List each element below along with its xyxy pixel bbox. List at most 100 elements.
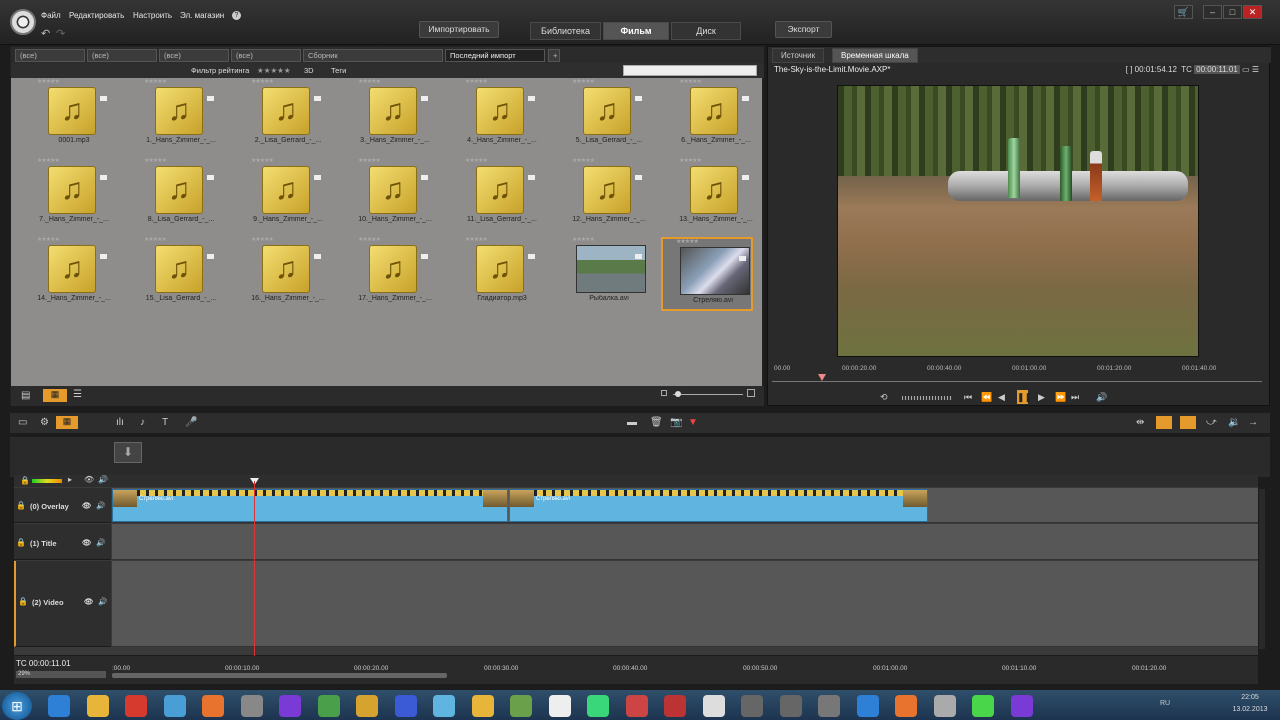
library-item[interactable]: ★★★★★ ♫ 14._Hans_Zimmer_-_... <box>24 237 111 313</box>
snap-toggle-icon[interactable] <box>1156 416 1172 429</box>
library-item[interactable]: ★★★★★ ♫ 12._Hans_Zimmer_-_... <box>559 158 646 234</box>
music-icon[interactable]: ♪ <box>140 417 145 428</box>
loop-icon[interactable]: ⟲ <box>880 392 888 403</box>
library-item[interactable]: ★★★★★ Стреляю.avi <box>661 237 753 311</box>
prev-frame-icon[interactable]: ⏪ <box>981 392 992 403</box>
item-rating-stars[interactable]: ★★★★★ <box>679 79 702 85</box>
preview-video-frame[interactable] <box>837 85 1199 357</box>
library-item[interactable]: ★★★★★ ♫ 15._Lisa_Gerrard_-_... <box>131 237 216 313</box>
timeline-vertical-scrollbar[interactable] <box>1259 489 1265 649</box>
library-item[interactable]: ★★★★★ ♫ 16._Hans_Zimmer_-_... <box>238 237 325 313</box>
item-rating-stars[interactable]: ★★★★★ <box>679 158 702 164</box>
thumbnail-view-icon[interactable]: ▦ <box>43 389 67 402</box>
redo-icon[interactable]: ↷ <box>56 27 65 40</box>
go-end-icon[interactable]: ⏭ <box>1071 392 1079 403</box>
explorer-folder-icon[interactable] <box>86 695 109 717</box>
library-item[interactable]: ★★★★★ ♫ 6._Hans_Zimmer_-_... <box>666 79 751 155</box>
undo-icon[interactable]: ↶ <box>41 27 50 40</box>
monitor-icon[interactable] <box>933 695 956 717</box>
folder-icon[interactable] <box>433 695 455 717</box>
timeline-ruler[interactable]: TC 00:00:11.01 29% :00.00 00:00:10.00 00… <box>14 656 1258 684</box>
item-rating-stars[interactable]: ★★★★★ <box>144 79 167 85</box>
item-rating-stars[interactable]: ★★★★★ <box>251 237 274 243</box>
opera-icon[interactable] <box>163 695 186 717</box>
tab-library[interactable]: Библиотека <box>530 22 601 40</box>
item-rating-stars[interactable]: ★★★★★ <box>358 158 381 164</box>
clock-time[interactable]: 22:05 <box>1230 694 1270 701</box>
app-icon[interactable] <box>356 695 378 717</box>
library-item[interactable]: ★★★★★ ♫ Гладиатор.mp3 <box>452 237 536 313</box>
timeline-panel-icon[interactable]: ▭ <box>18 417 27 428</box>
library-item[interactable]: ★★★★★ ♫ 13._Hans_Zimmer_-_... <box>666 158 753 234</box>
eye-icon[interactable]: 👁 <box>82 501 92 510</box>
storyboard-view-icon[interactable]: ▦ <box>56 416 78 429</box>
timeline-zoom[interactable]: 29% <box>16 671 106 678</box>
star-app-icon[interactable] <box>741 695 763 717</box>
menu-setup[interactable]: Настроить <box>133 11 172 20</box>
ripple-toggle-icon[interactable] <box>1180 416 1196 429</box>
marker-icon[interactable]: ▼ <box>688 417 698 428</box>
speaker-icon[interactable]: 🔊 <box>98 597 107 606</box>
ie-icon[interactable] <box>48 695 70 717</box>
item-rating-stars[interactable]: ★★★★★ <box>572 79 595 85</box>
library-tab-collection[interactable]: Сборник <box>303 49 443 62</box>
item-rating-stars[interactable]: ★★★★★ <box>144 237 167 243</box>
step-forward-icon[interactable]: ▶ <box>1038 392 1045 403</box>
library-tab-all-1[interactable]: (все) <box>15 49 85 62</box>
lock-icon[interactable]: 🔒 <box>16 501 26 510</box>
export-button[interactable]: Экспорт <box>775 21 832 38</box>
track-body-video[interactable] <box>112 561 1258 647</box>
timeline-tc[interactable]: TC 00:00:11.01 <box>16 659 71 668</box>
film-icon[interactable]: ▬ <box>627 417 637 428</box>
preview-playhead[interactable] <box>818 374 826 381</box>
preview-ruler[interactable]: 00.00 00:00:20.00 00:00:40.00 00:01:00.0… <box>772 363 1267 389</box>
zoom-large-icon[interactable] <box>747 389 755 397</box>
menu-file[interactable]: Файл <box>41 11 61 20</box>
disc-icon[interactable] <box>279 695 301 717</box>
item-rating-stars[interactable]: ★★★★★ <box>358 237 381 243</box>
close-icon[interactable]: ✕ <box>1243 5 1262 19</box>
timeline-playhead[interactable] <box>254 481 255 661</box>
xbox-icon[interactable] <box>202 695 224 717</box>
pinnacle-icon[interactable] <box>1010 695 1033 717</box>
game-icon[interactable] <box>510 695 532 717</box>
filter-3d-button[interactable]: 3D <box>304 66 314 75</box>
library-item[interactable]: ★★★★★ ♫ 3._Hans_Zimmer_-_... <box>345 79 430 155</box>
rating-filter-stars[interactable]: ★★★★★ <box>257 66 291 75</box>
avast-icon[interactable] <box>317 695 340 717</box>
zoom-slider-handle[interactable] <box>675 391 681 397</box>
timeline-clip[interactable]: Стреляю.avi <box>112 489 508 522</box>
store-cart-icon[interactable]: 🛒 <box>1174 5 1193 19</box>
maximize-icon[interactable]: □ <box>1223 5 1242 19</box>
library-item[interactable]: ★★★★★ ♫ 4._Hans_Zimmer_-_... <box>452 79 537 155</box>
space-icon[interactable] <box>818 695 840 717</box>
library-item[interactable]: ★★★★★ ♫ 10._Hans_Zimmer_-_... <box>345 158 432 234</box>
item-rating-stars[interactable]: ★★★★★ <box>465 237 488 243</box>
menu-help[interactable]: ? <box>232 11 241 20</box>
zoom-slider[interactable] <box>673 394 743 395</box>
floppy-icon[interactable] <box>856 695 879 717</box>
menu-edit[interactable]: Редактировать <box>69 11 124 20</box>
title-icon[interactable]: T <box>162 417 168 428</box>
snapshot-camera-icon[interactable]: 📷 <box>670 417 682 428</box>
library-item[interactable]: ★★★★★ Рыбалка.avi <box>559 237 646 313</box>
calendar-icon[interactable] <box>471 695 494 717</box>
tab-disc[interactable]: Диск <box>671 22 741 40</box>
item-rating-stars[interactable]: ★★★★★ <box>465 79 488 85</box>
minimize-icon[interactable]: – <box>1203 5 1222 19</box>
audio-scrub-icon[interactable]: 🔉 <box>1228 417 1240 428</box>
eye-icon[interactable]: 👁 <box>84 475 94 484</box>
firefox-icon[interactable] <box>895 695 917 717</box>
network-icon[interactable] <box>240 695 263 717</box>
library-tab-all-4[interactable]: (все) <box>231 49 301 62</box>
app-logo-icon[interactable] <box>10 9 36 35</box>
stack-view-icon[interactable]: ▤ <box>21 390 30 401</box>
tc-value[interactable]: 00:00:11.01 <box>1194 65 1240 74</box>
item-rating-stars[interactable]: ★★★★★ <box>37 237 60 243</box>
eye-icon[interactable]: 👁 <box>84 597 94 606</box>
shuttle-control[interactable] <box>902 396 952 400</box>
preview-menu-icon[interactable]: ☰ <box>1252 65 1259 74</box>
go-start-icon[interactable]: ⏮ <box>964 392 972 403</box>
library-tab-all-2[interactable]: (все) <box>87 49 157 62</box>
eye-icon[interactable]: 👁 <box>82 538 92 547</box>
